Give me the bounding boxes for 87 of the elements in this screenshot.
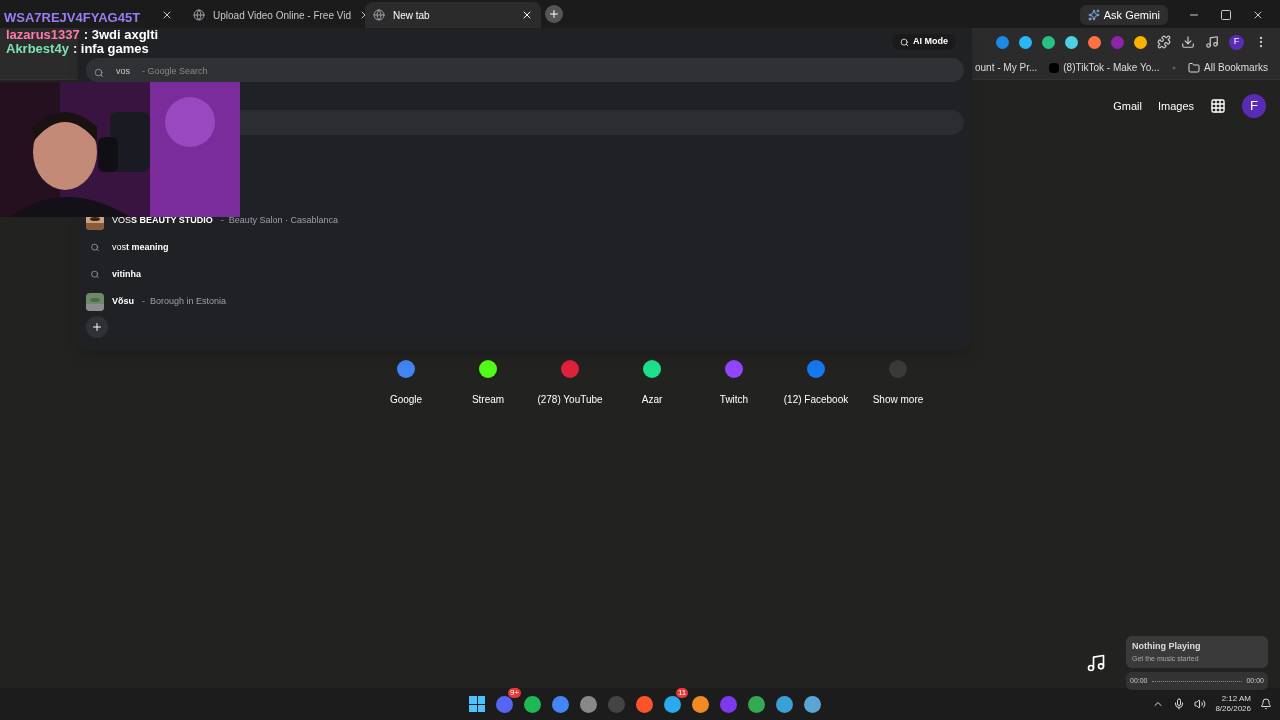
bookmark-link[interactable]: ount - My Pr...: [975, 60, 1038, 75]
shortcut-tile[interactable]: Azar: [623, 360, 681, 407]
music-icon: [1086, 653, 1106, 673]
tab-title: Upload Video Online - Free Vid: [213, 8, 352, 23]
extension-icon[interactable]: [1065, 35, 1078, 49]
sparkle-icon: [1087, 9, 1100, 21]
notification-badge: 9+: [508, 687, 522, 698]
app-icon[interactable]: [692, 695, 709, 713]
clock-time: 2:12 AM: [1221, 694, 1251, 704]
suggestion-detail: - Beauty Salon · Casablanca: [220, 213, 338, 227]
suggestion-row[interactable]: Võsu - Borough in Estonia: [86, 288, 964, 315]
account-avatar[interactable]: F: [1242, 94, 1266, 118]
profile-avatar[interactable]: F: [1229, 34, 1244, 50]
search-icon: [94, 68, 104, 78]
close-icon[interactable]: [161, 9, 173, 21]
restore-icon[interactable]: [1220, 9, 1232, 21]
suggestion-text: Võsu: [112, 294, 134, 308]
search-query: vos: [116, 64, 130, 78]
search-field[interactable]: vos - Google Search: [86, 58, 964, 82]
apps-icon[interactable]: [1210, 98, 1226, 114]
search-icon: [900, 37, 909, 47]
app-icon[interactable]: [804, 695, 821, 713]
tab-title: New tab: [393, 8, 431, 23]
extensions-icon[interactable]: [1157, 35, 1171, 49]
shortcut-tile[interactable]: Google: [377, 360, 435, 407]
notification-icon[interactable]: [1260, 698, 1272, 710]
close-icon[interactable]: [521, 9, 533, 21]
shortcut-label: (278) YouTube: [537, 393, 603, 407]
globe-icon: [193, 9, 205, 21]
suggestion-text: VOSS BEAUTY STUDIO: [112, 213, 213, 227]
shortcut-label: Google: [389, 393, 423, 407]
shortcut-label: Twitch: [719, 393, 749, 407]
notification-badge: 11: [676, 687, 689, 698]
ask-gemini-button[interactable]: Ask Gemini: [1079, 5, 1168, 25]
header-link[interactable]: Gmail: [1113, 97, 1142, 115]
shortcut-label: Stream: [471, 393, 505, 407]
app-icon[interactable]: [720, 695, 737, 713]
ai-mode-button[interactable]: AI Mode: [892, 34, 956, 50]
media-icon[interactable]: [1205, 35, 1219, 49]
shortcut-label: Show more: [872, 393, 924, 407]
app-icon[interactable]: [524, 695, 541, 713]
globe-icon: [373, 9, 385, 21]
windows-icon[interactable]: [469, 696, 485, 712]
stream-code-text: WSA7REJV4FYAG45T: [4, 9, 141, 27]
chat-username: lazarus1337: [6, 28, 80, 42]
shortcut-tile[interactable]: Stream: [459, 360, 517, 407]
extension-icon[interactable]: [1134, 35, 1147, 49]
media-title: Nothing Playing: [1132, 640, 1202, 653]
chat-message: : 3wdi axglti: [83, 28, 159, 42]
shortcut-label: (12) Facebook: [783, 393, 849, 407]
app-icon[interactable]: [748, 695, 765, 713]
microphone-icon[interactable]: [1173, 698, 1186, 710]
suggestion-text: vitinha: [112, 267, 141, 281]
close-icon[interactable]: [1252, 9, 1264, 21]
header-link[interactable]: Images: [1157, 97, 1194, 115]
new-tab-button[interactable]: [545, 5, 563, 23]
plus-icon: [548, 8, 560, 20]
extension-icon[interactable]: [1019, 35, 1032, 49]
shortcut-label: Azar: [641, 393, 663, 407]
shortcut-tile[interactable]: Show more: [869, 360, 927, 407]
suggestion-text: vost meaning: [112, 240, 169, 254]
app-icon[interactable]: [664, 695, 681, 713]
chat-username: Akrbest4y: [6, 42, 69, 56]
download-icon[interactable]: [1181, 35, 1195, 49]
folder-icon: [1188, 61, 1201, 74]
bookmark-link[interactable]: (8)TikTok - Make Yo...: [1049, 60, 1160, 75]
shortcut-tile[interactable]: Twitch: [705, 360, 763, 407]
browser-tab[interactable]: New tab: [365, 2, 541, 28]
search-hint: - Google Search: [142, 64, 208, 78]
chat-message: : infa games: [72, 42, 149, 56]
suggestion-detail: - Borough in Estonia: [142, 294, 227, 308]
extension-icon[interactable]: [1042, 35, 1055, 49]
app-icon[interactable]: [636, 695, 653, 713]
clock-date: 8/26/2026: [1215, 704, 1251, 714]
plus-icon: [91, 321, 103, 333]
extension-icon[interactable]: [1088, 35, 1101, 49]
volume-icon[interactable]: [1194, 698, 1207, 710]
browser-tab[interactable]: Upload Video Online - Free Vid: [185, 2, 361, 28]
app-icon[interactable]: [496, 695, 513, 713]
extension-icon[interactable]: [996, 35, 1009, 49]
app-icon[interactable]: [776, 695, 793, 713]
suggestion-row[interactable]: vost meaning: [86, 234, 964, 261]
add-button[interactable]: [86, 316, 108, 338]
app-icon[interactable]: [552, 695, 569, 713]
suggestion-row[interactable]: vitinha: [86, 261, 964, 288]
all-bookmarks-link[interactable]: All Bookmarks: [1188, 60, 1280, 75]
app-icon[interactable]: [580, 695, 597, 713]
